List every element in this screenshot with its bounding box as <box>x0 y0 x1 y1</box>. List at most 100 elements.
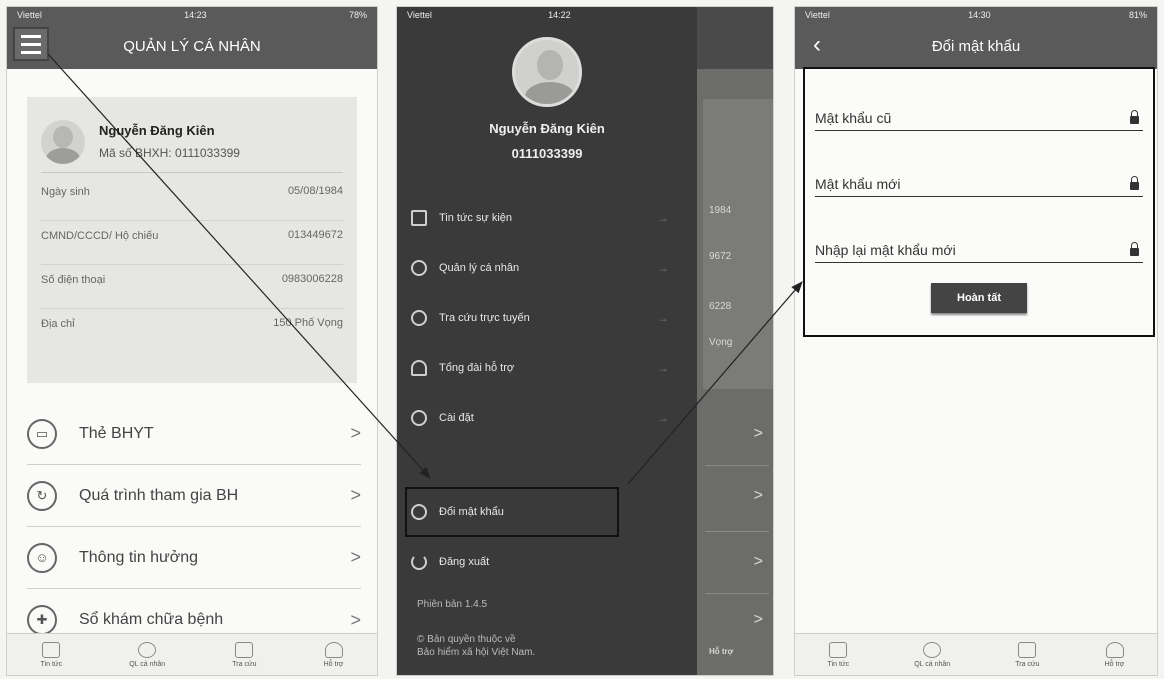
nav-label: QL cá nhân <box>129 660 166 668</box>
menu-item-label: Sổ khám chữa bệnh <box>79 611 224 628</box>
info-value: 0983006228 <box>281 273 343 285</box>
background-screen: 1984 9672 6228 Vọng > > > > Hỗ trợ <box>697 7 773 675</box>
time-label: 14:23 <box>184 10 207 20</box>
nav-personal[interactable]: QL cá nhân <box>914 641 951 668</box>
drawer-item-label: Đổi mật khẩu <box>439 506 504 518</box>
info-label: Số điện thoại <box>41 274 106 286</box>
info-row-address: Địa chỉ 150 Phố Vọng <box>41 309 343 353</box>
chevron-right-icon: > <box>753 611 763 628</box>
info-label: CMND/CCCD/ Hộ chiếu <box>41 230 159 242</box>
side-drawer: Viettel 14:22 Nguyễn Đăng Kiên 011103339… <box>397 7 697 675</box>
nav-label: Hỗ trợ <box>1104 660 1125 668</box>
bottom-nav: Tin tức QL cá nhân Tra cứu Hỗ trợ <box>7 633 377 675</box>
copyright: © Bản quyền thuộc về Bảo hiểm xã hội Việ… <box>417 633 535 659</box>
arrow-right-icon: → <box>657 411 669 425</box>
background-value: 9672 <box>709 251 732 262</box>
old-password-field[interactable]: Mật khẩu cũ <box>815 73 1143 131</box>
background-value: Vọng <box>709 337 733 348</box>
lookup-icon <box>1018 641 1037 658</box>
change-password-form: Mật khẩu cũ Mật khẩu mới Nhập lại mật kh… <box>803 67 1155 337</box>
drawer-item-support[interactable]: Tổng đài hỗ trợ → <box>411 343 697 393</box>
info-row-phone: Số điện thoại 0983006228 <box>41 265 343 309</box>
support-icon <box>411 360 427 376</box>
medical-icon: ✚ <box>27 605 57 635</box>
confirm-password-field[interactable]: Nhập lại mật khẩu mới <box>815 205 1143 263</box>
status-bar: Viettel 14:23 78% <box>7 7 377 23</box>
chevron-right-icon: > <box>753 425 763 442</box>
info-row-dob: Ngày sinh 05/08/1984 <box>41 177 343 221</box>
profile-insurance-id: Mã số BHXH: 0111033399 <box>99 146 240 160</box>
profile-icon <box>138 641 157 658</box>
drawer-item-logout[interactable]: Đăng xuất <box>411 537 697 587</box>
field-label: Mật khẩu cũ <box>815 110 892 126</box>
nav-support[interactable]: Hỗ trợ <box>324 641 343 668</box>
lock-icon <box>1130 176 1139 190</box>
app-header: Viettel 14:30 81% ‹ Đổi mật khẩu <box>795 7 1157 69</box>
menu-item-health-card[interactable]: ▭ Thẻ BHYT > <box>27 403 361 465</box>
profile-name: Nguyễn Đăng Kiên <box>489 121 605 136</box>
nav-news[interactable]: Tin tức <box>827 641 850 668</box>
arrow-right-icon: → <box>657 261 669 275</box>
profile-card: Nguyễn Đăng Kiên Mã số BHXH: 0111033399 … <box>27 97 357 383</box>
drawer-item-settings[interactable]: Cài đặt → <box>411 393 697 443</box>
new-password-field[interactable]: Mật khẩu mới <box>815 139 1143 197</box>
personal-menu: ▭ Thẻ BHYT > ↻ Quá trình tham gia BH > ☺… <box>27 403 361 651</box>
drawer-item-label: Tổng đài hỗ trợ <box>439 362 515 374</box>
app-header: Viettel 14:23 78% QUẢN LÝ CÁ NHÂN <box>7 7 377 69</box>
avatar <box>41 119 85 164</box>
arrow-right-icon: → <box>657 311 669 325</box>
submit-button[interactable]: Hoàn tất <box>931 283 1027 313</box>
chevron-right-icon: > <box>350 485 361 505</box>
menu-item-label: Thông tin hưởng <box>79 548 199 566</box>
nav-news[interactable]: Tin tức <box>41 641 62 668</box>
screen-change-password: Viettel 14:30 81% ‹ Đổi mật khẩu Mật khẩ… <box>794 6 1158 676</box>
info-value: 013449672 <box>287 229 343 241</box>
nav-personal[interactable]: QL cá nhân <box>129 641 166 668</box>
back-icon[interactable]: ‹ <box>813 31 821 59</box>
nav-support[interactable]: Hỗ trợ <box>1104 641 1125 668</box>
background-value: 6228 <box>709 301 732 312</box>
page-title: Đổi mật khẩu <box>931 37 1021 55</box>
nav-lookup[interactable]: Tra cứu <box>232 641 257 668</box>
info-row-idcard: CMND/CCCD/ Hộ chiếu 013449672 <box>41 221 343 265</box>
screen-side-drawer: 1984 9672 6228 Vọng > > > > Hỗ trợ Viett… <box>396 6 774 676</box>
nav-label: Tin tức <box>827 660 850 668</box>
field-label: Mật khẩu mới <box>815 176 901 192</box>
chevron-right-icon: > <box>753 487 763 504</box>
status-bar: Viettel 14:22 <box>397 7 697 23</box>
drawer-item-lookup[interactable]: Tra cứu trực tuyến → <box>411 293 697 343</box>
card-icon: ▭ <box>27 418 57 449</box>
drawer-item-change-password[interactable]: Đổi mật khẩu <box>405 487 619 537</box>
time-label: 14:30 <box>968 10 991 20</box>
hamburger-menu-button[interactable] <box>13 27 49 61</box>
nav-label: Tra cứu <box>1015 660 1040 668</box>
avatar <box>512 37 582 107</box>
battery-label: 78% <box>348 10 367 20</box>
bottom-nav: Tin tức QL cá nhân Tra cứu Hỗ trợ <box>795 633 1157 675</box>
power-icon <box>411 554 427 570</box>
nav-lookup[interactable]: Tra cứu <box>1015 641 1040 668</box>
info-label: Địa chỉ <box>41 318 75 330</box>
profile-icon <box>923 641 942 658</box>
menu-item-label: Thẻ BHYT <box>79 424 154 442</box>
drawer-item-news[interactable]: Tin tức sự kiện → <box>411 193 697 243</box>
info-label: Ngày sinh <box>41 186 90 198</box>
nav-label: Tra cứu <box>232 660 257 668</box>
battery-label: 81% <box>1128 10 1147 20</box>
news-icon <box>42 641 61 658</box>
lookup-icon <box>235 641 254 658</box>
nav-label: QL cá nhân <box>914 660 951 668</box>
drawer-menu: Tin tức sự kiện → Quản lý cá nhân → Tra … <box>405 193 697 587</box>
menu-item-benefit-info[interactable]: ☺ Thông tin hưởng > <box>27 527 361 589</box>
carrier-label: Viettel <box>407 10 432 20</box>
lookup-icon <box>411 310 427 326</box>
chevron-right-icon: > <box>350 423 361 443</box>
drawer-item-label: Cài đặt <box>439 412 474 424</box>
drawer-item-personal[interactable]: Quản lý cá nhân → <box>411 243 697 293</box>
arrow-right-icon: → <box>657 361 669 375</box>
menu-item-participation-history[interactable]: ↻ Quá trình tham gia BH > <box>27 465 361 527</box>
chevron-right-icon: > <box>753 553 763 570</box>
profile-icon <box>411 260 427 276</box>
news-icon <box>829 641 848 658</box>
info-value: 05/08/1984 <box>287 185 343 197</box>
